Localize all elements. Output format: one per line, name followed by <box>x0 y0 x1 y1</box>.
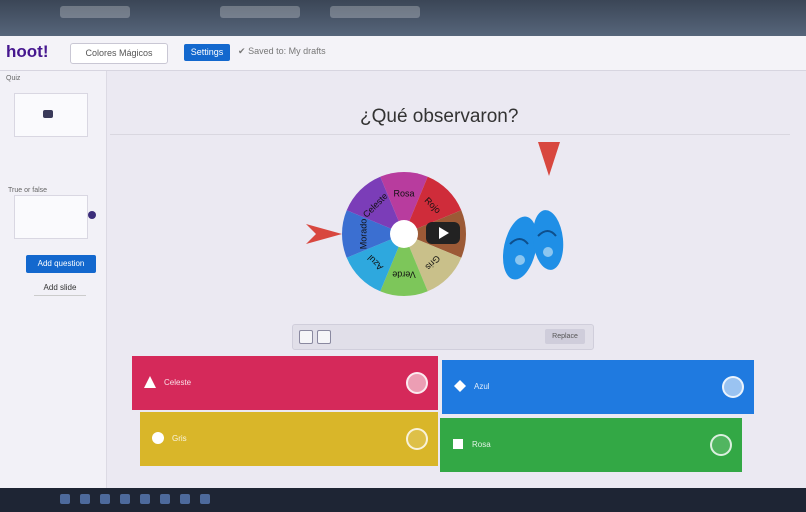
correct-toggle[interactable] <box>722 376 744 398</box>
wheel-center <box>390 220 418 248</box>
answer-label[interactable]: Celeste <box>164 378 191 387</box>
question-title[interactable]: ¿Qué observaron? <box>360 106 518 128</box>
question-sidebar: Quiz True or false Add question Add slid… <box>0 71 107 488</box>
taskbar-app-icon[interactable] <box>80 494 90 504</box>
kahoot-logo[interactable]: hoot! <box>6 42 48 62</box>
answer-label[interactable]: Gris <box>172 434 187 443</box>
slide-thumbnail[interactable] <box>14 195 88 239</box>
taskbar-app-icon[interactable] <box>180 494 190 504</box>
pointer-arrow-icon <box>306 224 342 244</box>
correct-toggle[interactable] <box>406 428 428 450</box>
saved-status-text: Saved to: My drafts <box>248 46 326 56</box>
answer-tile-red[interactable]: Celeste <box>132 356 438 410</box>
app-screen: hoot! Colores Mágicos Settings ✔ Saved t… <box>0 36 806 488</box>
answer-tile-yellow[interactable]: Gris <box>140 412 438 466</box>
browser-tab[interactable] <box>220 6 300 18</box>
answer-tile-blue[interactable]: Azul <box>442 360 754 414</box>
taskbar-app-icon[interactable] <box>160 494 170 504</box>
kahoot-title-field[interactable]: Colores Mágicos <box>70 43 168 64</box>
check-icon: ✔ <box>238 46 246 56</box>
os-taskbar <box>0 488 806 512</box>
wheel-segment-label: Rosa <box>393 188 414 198</box>
taskbar-app-icon[interactable] <box>200 494 210 504</box>
answer-tile-green[interactable]: Rosa <box>440 418 742 472</box>
taskbar-app-icon[interactable] <box>100 494 110 504</box>
answer-label[interactable]: Azul <box>474 382 490 391</box>
saved-status: ✔ Saved to: My drafts <box>238 46 326 57</box>
add-slide-button[interactable]: Add slide <box>34 281 86 296</box>
taskbar-app-icon[interactable] <box>120 494 130 504</box>
flip-flops-image <box>502 210 564 280</box>
slide-thumbnail[interactable] <box>14 93 88 137</box>
start-icon[interactable] <box>60 494 70 504</box>
triangle-icon <box>144 376 156 388</box>
color-wheel-image: RosaRojoCaféGrisVerdeAzulMoradoCeleste <box>342 172 466 296</box>
wheel-segment-label: Morado <box>358 219 368 250</box>
media-toolbar: Replace <box>292 324 594 350</box>
browser-toolbar <box>0 0 806 36</box>
divider <box>110 134 790 135</box>
image-edit-icon[interactable] <box>317 330 331 344</box>
sidebar-quiz-label: Quiz <box>6 75 21 82</box>
drag-handle-icon[interactable] <box>88 211 96 219</box>
app-header: hoot! Colores Mágicos Settings ✔ Saved t… <box>0 36 806 71</box>
correct-toggle[interactable] <box>406 372 428 394</box>
image-icon <box>43 110 53 118</box>
square-icon <box>453 439 463 449</box>
sidebar-true-false-label: True or false <box>8 187 48 194</box>
replace-media-button[interactable]: Replace <box>545 329 585 344</box>
browser-tab[interactable] <box>330 6 420 18</box>
wheel-segment-label: Verde <box>392 270 416 280</box>
diamond-icon <box>454 380 466 392</box>
taskbar-app-icon[interactable] <box>140 494 150 504</box>
down-arrow-icon <box>538 142 560 176</box>
settings-button[interactable]: Settings <box>184 44 230 61</box>
crop-icon[interactable] <box>299 330 313 344</box>
circle-icon <box>152 432 164 444</box>
browser-tab[interactable] <box>60 6 130 18</box>
add-question-button[interactable]: Add question <box>26 255 96 273</box>
correct-toggle[interactable] <box>710 434 732 456</box>
answer-label[interactable]: Rosa <box>472 440 491 449</box>
